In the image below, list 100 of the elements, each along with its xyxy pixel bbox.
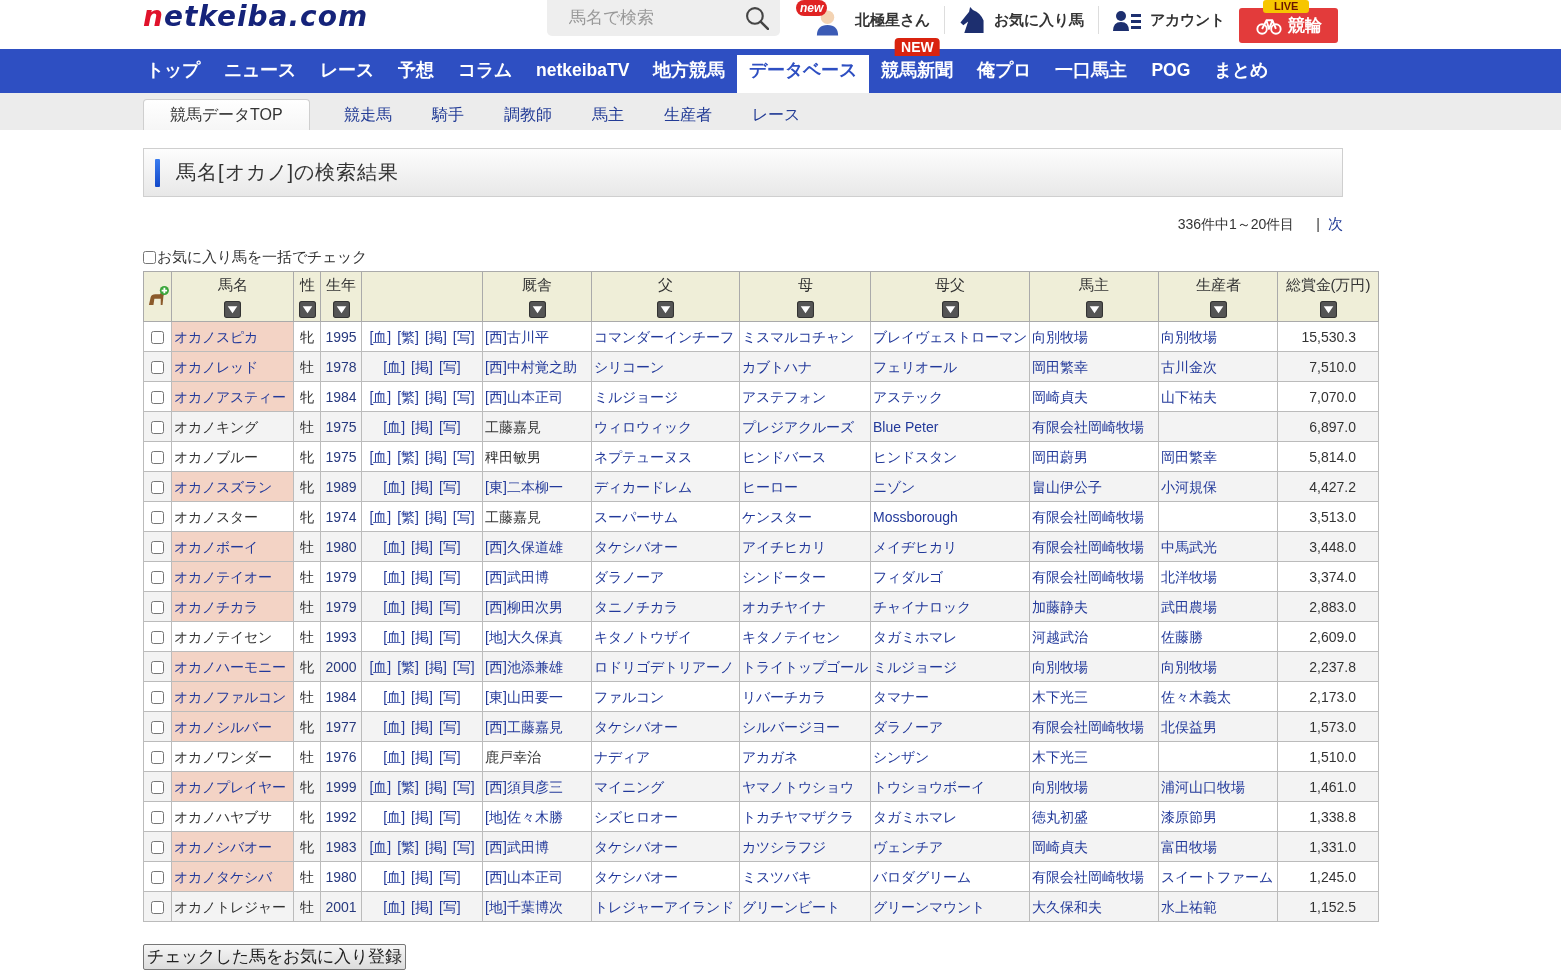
sire-cell[interactable]: シリコーン — [591, 351, 740, 382]
favorite-horses-link[interactable]: お気に入り馬 — [959, 7, 1084, 33]
subnav-tab[interactable]: 調教師 — [483, 99, 572, 130]
row-checkbox[interactable] — [151, 481, 164, 495]
horse-name-cell[interactable]: オカノプレイヤー — [171, 771, 294, 802]
subnav-tab[interactable]: 競馬データTOP — [143, 99, 310, 130]
table-link[interactable]: [繁] — [397, 838, 419, 855]
nav-tab[interactable]: POG — [1139, 55, 1203, 93]
breeder-cell[interactable]: 北洋牧場 — [1158, 561, 1278, 592]
table-link[interactable]: [掲] — [411, 688, 433, 705]
sire-cell[interactable]: キタノトウザイ — [591, 621, 740, 652]
sire-cell[interactable]: ウィロウィック — [591, 411, 740, 442]
table-link[interactable]: [写] — [438, 808, 461, 825]
nav-tab[interactable]: netkeibaTV — [524, 55, 642, 93]
dropdown-icon[interactable] — [941, 301, 959, 318]
table-link[interactable]: [掲] — [411, 628, 433, 645]
trainer-cell[interactable]: [西]山本正司 — [482, 381, 592, 412]
table-link[interactable]: [繁] — [397, 328, 419, 345]
dam-cell[interactable]: リバーチカラ — [739, 681, 871, 712]
owner-cell[interactable]: 岡崎貞夫 — [1029, 381, 1159, 412]
broodmare-sire-cell[interactable]: フェリオール — [870, 351, 1030, 382]
dropdown-icon[interactable] — [1209, 301, 1227, 318]
trainer-cell[interactable]: [西]須貝彦三 — [482, 771, 592, 802]
dropdown-icon[interactable] — [528, 301, 546, 318]
table-link[interactable]: [写] — [438, 598, 461, 615]
table-link[interactable]: [写] — [438, 568, 461, 585]
table-link[interactable]: [血] — [383, 808, 406, 825]
nav-tab[interactable]: まとめ — [1202, 55, 1281, 93]
owner-cell[interactable]: 有限会社岡崎牧場 — [1029, 711, 1159, 742]
dam-cell[interactable]: ミスマルコチャン — [739, 321, 871, 352]
dam-cell[interactable]: シンドーター — [739, 561, 871, 592]
trainer-cell[interactable]: [東]山田要一 — [482, 681, 592, 712]
broodmare-sire-cell[interactable]: トウショウボーイ — [870, 771, 1030, 802]
dam-cell[interactable]: アイチヒカリ — [739, 531, 871, 562]
select-all-label[interactable]: お気に入り馬を一括でチェック — [157, 247, 367, 267]
breeder-cell[interactable]: 古川金次 — [1158, 351, 1278, 382]
nav-tab[interactable]: 競馬新聞 — [869, 55, 966, 93]
broodmare-sire-cell[interactable]: ヴェンチア — [870, 831, 1030, 862]
broodmare-sire-cell[interactable]: バロダグリーム — [870, 861, 1030, 892]
table-link[interactable]: [繁] — [397, 658, 419, 675]
sire-cell[interactable]: シズヒロオー — [591, 801, 740, 832]
owner-cell[interactable]: 徳丸初盛 — [1029, 801, 1159, 832]
owner-cell[interactable]: 岡田蔚男 — [1029, 441, 1159, 472]
sire-cell[interactable]: ファルコン — [591, 681, 740, 712]
table-link[interactable]: [掲] — [411, 358, 433, 375]
table-link[interactable]: [掲] — [425, 838, 447, 855]
dam-cell[interactable]: カツシラフジ — [739, 831, 871, 862]
sire-cell[interactable]: スーパーサム — [591, 501, 740, 532]
dropdown-icon[interactable] — [1319, 301, 1337, 318]
dam-cell[interactable]: オカチヤイナ — [739, 591, 871, 622]
dropdown-icon[interactable] — [332, 301, 350, 318]
owner-cell[interactable]: 有限会社岡崎牧場 — [1029, 561, 1159, 592]
table-link[interactable]: [掲] — [411, 598, 433, 615]
broodmare-sire-cell[interactable]: アステック — [870, 381, 1030, 412]
subnav-tab[interactable]: 競走馬 — [323, 99, 412, 130]
owner-cell[interactable]: 有限会社岡崎牧場 — [1029, 501, 1159, 532]
dam-cell[interactable]: カブトハナ — [739, 351, 871, 382]
table-link[interactable]: [掲] — [411, 418, 433, 435]
broodmare-sire-cell[interactable]: メイヂヒカリ — [870, 531, 1030, 562]
row-checkbox[interactable] — [151, 331, 164, 345]
sire-cell[interactable]: ナディア — [591, 741, 740, 772]
trainer-cell[interactable]: [東]二本柳一 — [482, 471, 592, 502]
breeder-cell[interactable]: 漆原節男 — [1158, 801, 1278, 832]
nav-tab[interactable]: データベース — [737, 55, 870, 93]
horse-name-cell[interactable]: オカノレッド — [171, 351, 294, 382]
breeder-cell[interactable]: 岡田繁幸 — [1158, 441, 1278, 472]
table-link[interactable]: [写] — [438, 868, 461, 885]
search-icon[interactable] — [745, 6, 769, 30]
table-link[interactable]: [血] — [369, 508, 392, 525]
sire-cell[interactable]: トレジャーアイランド — [591, 891, 740, 922]
table-link[interactable]: [血] — [369, 778, 392, 795]
table-link[interactable]: [掲] — [411, 568, 433, 585]
table-link[interactable]: [繁] — [397, 778, 419, 795]
sire-cell[interactable]: タケシバオー — [591, 531, 740, 562]
table-link[interactable]: [繁] — [397, 508, 419, 525]
table-link[interactable]: [血] — [383, 718, 406, 735]
table-link[interactable]: [写] — [452, 658, 475, 675]
table-link[interactable]: [掲] — [411, 808, 433, 825]
table-link[interactable]: [写] — [452, 328, 475, 345]
trainer-cell[interactable]: [西]工藤嘉見 — [482, 711, 592, 742]
horse-name-cell[interactable]: オカノシバオー — [171, 831, 294, 862]
nav-tab[interactable]: 予想 — [386, 55, 446, 93]
owner-cell[interactable]: 畠山伊公子 — [1029, 471, 1159, 502]
table-link[interactable]: [血] — [369, 328, 392, 345]
sire-cell[interactable]: コマンダーインチーフ — [591, 321, 740, 352]
table-link[interactable]: [写] — [438, 748, 461, 765]
table-link[interactable]: [掲] — [425, 328, 447, 345]
horse-name-cell[interactable]: オカノファルコン — [171, 681, 294, 712]
horse-name-cell[interactable]: オカノチカラ — [171, 591, 294, 622]
table-link[interactable]: [掲] — [411, 748, 433, 765]
dam-cell[interactable]: トライトップゴール — [739, 651, 871, 682]
sire-cell[interactable]: マイニング — [591, 771, 740, 802]
owner-cell[interactable]: 向別牧場 — [1029, 771, 1159, 802]
trainer-cell[interactable]: [西]池添兼雄 — [482, 651, 592, 682]
table-link[interactable]: [写] — [438, 478, 461, 495]
owner-cell[interactable]: 岡崎貞夫 — [1029, 831, 1159, 862]
breeder-cell[interactable]: 武田農場 — [1158, 591, 1278, 622]
row-checkbox[interactable] — [151, 661, 164, 675]
row-checkbox[interactable] — [151, 721, 164, 735]
horse-name-cell[interactable]: オカノアスティー — [171, 381, 294, 412]
